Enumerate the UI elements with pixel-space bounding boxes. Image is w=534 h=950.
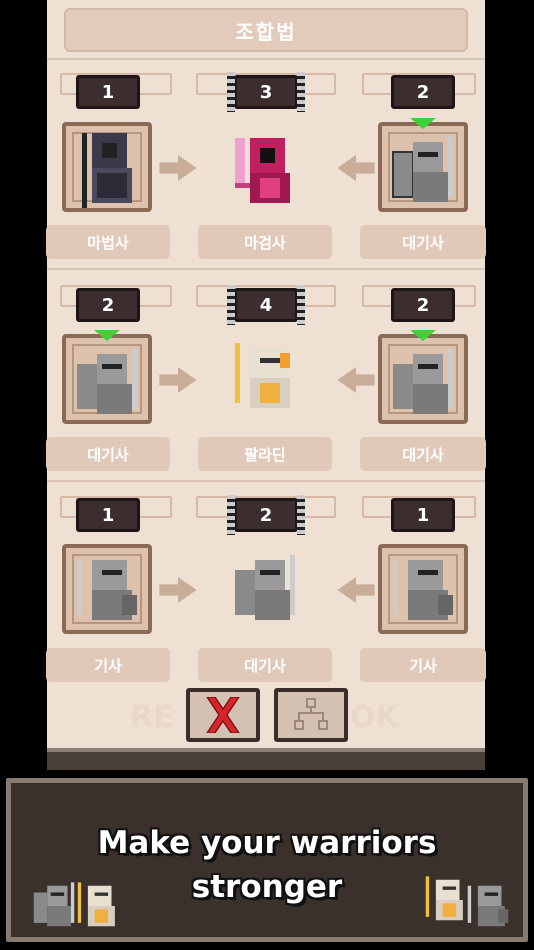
faded-button-text: RE: [130, 700, 174, 735]
unit-name-label: 대기사: [198, 648, 332, 682]
page-title: 조합법: [64, 8, 468, 52]
unit-name-label: 기사: [360, 648, 486, 682]
faded-button-text: OK: [350, 700, 399, 735]
count-badge: 2: [391, 288, 455, 322]
knight-sprite-icon: [29, 879, 79, 933]
arrow-right-icon: [158, 367, 198, 393]
recipe-tree-icon: [291, 697, 331, 733]
arrow-right-icon: [158, 577, 198, 603]
close-x-icon: [203, 696, 243, 734]
magic-swordsman-icon: [230, 128, 300, 208]
arrow-left-icon: [336, 577, 376, 603]
upgrade-arrow-icon: [410, 330, 436, 341]
great-knight-icon: [388, 132, 458, 212]
unit-name-label: 팔라딘: [198, 437, 332, 471]
paladin-sprite-icon: [73, 879, 123, 933]
upgrade-arrow-icon: [410, 118, 436, 129]
panel-bottom-edge: [47, 748, 485, 770]
unit-name-label: 마검사: [198, 225, 332, 259]
arrow-left-icon: [336, 367, 376, 393]
great-knight-icon: [230, 550, 300, 630]
knight-sprite-icon: [463, 879, 513, 933]
banner-line-1: Make your warriors: [97, 825, 437, 861]
count-badge: 1: [76, 75, 140, 109]
count-badge: 1: [391, 498, 455, 532]
great-knight-icon: [72, 344, 142, 424]
unit-name-label: 마법사: [46, 225, 170, 259]
count-badge: 2: [76, 288, 140, 322]
close-button[interactable]: [186, 688, 260, 742]
unit-name-label: 대기사: [360, 225, 486, 259]
count-badge: 3: [227, 72, 305, 112]
arrow-left-icon: [336, 155, 376, 181]
count-badge: 2: [391, 75, 455, 109]
promo-banner: Make your warriors stronger: [6, 778, 528, 942]
mage-icon: [72, 128, 142, 208]
upgrade-arrow-icon: [94, 330, 120, 341]
count-badge: 4: [227, 285, 305, 325]
paladin-icon: [230, 338, 300, 418]
knight-icon: [72, 550, 142, 630]
unit-name-label: 대기사: [46, 437, 170, 471]
recipe-tree-button[interactable]: [274, 688, 348, 742]
unit-name-label: 대기사: [360, 437, 486, 471]
knight-icon: [388, 550, 458, 630]
unit-name-label: 기사: [46, 648, 170, 682]
count-badge: 1: [76, 498, 140, 532]
count-badge: 2: [227, 495, 305, 535]
arrow-right-icon: [158, 155, 198, 181]
great-knight-icon: [388, 344, 458, 424]
